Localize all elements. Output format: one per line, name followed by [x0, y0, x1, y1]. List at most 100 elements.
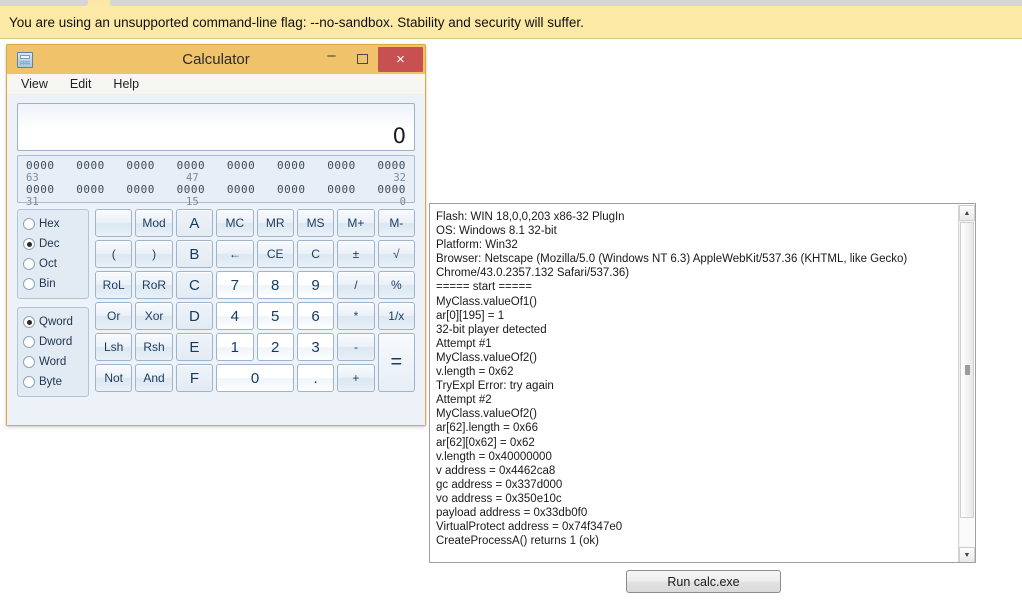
- exploit-log-panel[interactable]: Flash: WIN 18,0,0,203 x86-32 PlugIn OS: …: [429, 203, 976, 563]
- key-c[interactable]: C: [175, 271, 214, 299]
- key-c[interactable]: C: [296, 240, 335, 268]
- bit-display-panel[interactable]: 0000 0000 0000 0000 0000 0000 0000 0000 63 47 3…: [17, 155, 415, 208]
- key-4[interactable]: 4: [216, 302, 254, 330]
- key-sym[interactable]: ←: [216, 240, 254, 268]
- key-m+[interactable]: M+: [337, 209, 375, 237]
- bit-row-low[interactable]: 0000 0000 0000 0000 0000 0000 0000 0000: [23, 183, 409, 196]
- key-rsh[interactable]: Rsh: [135, 333, 173, 361]
- key-ce[interactable]: CE: [256, 240, 294, 268]
- bit-group[interactable]: 0000: [277, 183, 306, 196]
- key-xor[interactable]: Xor: [135, 302, 173, 330]
- calculator-lower-section: Hex Dec Oct Bin Qword Dword Word Byte Mod A MC MR…: [17, 209, 415, 397]
- bit-group[interactable]: 0000: [26, 183, 55, 196]
- key-f[interactable]: F: [175, 364, 214, 392]
- radio-word-word[interactable]: Word: [23, 352, 83, 372]
- radio-word-dword[interactable]: Dword: [23, 332, 83, 352]
- calculator-titlebar[interactable]: Calculator – ×: [7, 45, 425, 74]
- bit-group[interactable]: 0000: [377, 183, 406, 196]
- key-8[interactable]: 8: [256, 271, 294, 299]
- bit-group[interactable]: 0000: [177, 183, 206, 196]
- key-sym[interactable]: ): [135, 240, 173, 268]
- key-.[interactable]: .: [296, 364, 335, 392]
- scrollbar-track[interactable]: [960, 222, 974, 546]
- key-/[interactable]: /: [337, 271, 375, 299]
- key-and[interactable]: And: [135, 364, 173, 392]
- bit-group[interactable]: 0000: [76, 159, 105, 172]
- key-rol[interactable]: RoL: [95, 271, 133, 299]
- key-+[interactable]: +: [337, 364, 375, 392]
- radio-label: Oct: [39, 258, 57, 270]
- bit-row-high[interactable]: 0000 0000 0000 0000 0000 0000 0000 0000: [23, 159, 409, 172]
- log-scrollbar[interactable]: ▲ ▼: [958, 205, 975, 562]
- key-3[interactable]: 3: [296, 333, 335, 361]
- radio-base-bin[interactable]: Bin: [23, 274, 83, 294]
- run-calc-button[interactable]: Run calc.exe: [626, 570, 781, 593]
- key-mr[interactable]: MR: [256, 209, 294, 237]
- mode-column: Hex Dec Oct Bin Qword Dword Word Byte: [17, 209, 89, 397]
- radio-base-oct[interactable]: Oct: [23, 254, 83, 274]
- bit-group[interactable]: 0000: [126, 183, 155, 196]
- number-base-group[interactable]: Hex Dec Oct Bin: [17, 209, 89, 299]
- key-sym[interactable]: √: [377, 240, 415, 268]
- key-ror[interactable]: RoR: [135, 271, 173, 299]
- calculator-keypad[interactable]: Mod A MC MR MS M+ M-() B ← CE C ± √ RoL RoR C 7 8 9/% Or Xor…: [95, 209, 415, 397]
- key-%[interactable]: %: [377, 271, 415, 299]
- key-lsh[interactable]: Lsh: [95, 333, 133, 361]
- radio-label: Qword: [39, 316, 73, 328]
- maximize-button[interactable]: [347, 47, 378, 71]
- close-button[interactable]: ×: [378, 46, 423, 72]
- bit-group[interactable]: 0000: [26, 159, 55, 172]
- key-7[interactable]: 7: [216, 271, 254, 299]
- key-b[interactable]: B: [175, 240, 214, 268]
- radio-base-dec[interactable]: Dec: [23, 234, 83, 254]
- calculator-display: 0: [17, 103, 415, 151]
- key-ms[interactable]: MS: [296, 209, 335, 237]
- bit-group[interactable]: 0000: [227, 159, 256, 172]
- key-a[interactable]: A: [175, 209, 214, 237]
- bit-labels-high: 63 47 32: [23, 172, 409, 184]
- bit-group[interactable]: 0000: [76, 183, 105, 196]
- key-1[interactable]: 1: [216, 333, 254, 361]
- scroll-down-arrow-icon[interactable]: ▼: [959, 547, 975, 562]
- menu-item-view[interactable]: View: [21, 77, 48, 91]
- key-2[interactable]: 2: [256, 333, 294, 361]
- radio-base-hex[interactable]: Hex: [23, 214, 83, 234]
- scrollbar-thumb[interactable]: [960, 222, 974, 518]
- key-mod[interactable]: Mod: [135, 209, 173, 237]
- bit-group[interactable]: 0000: [227, 183, 256, 196]
- bit-group[interactable]: 0000: [327, 159, 356, 172]
- key-*[interactable]: *: [337, 302, 375, 330]
- word-size-group[interactable]: Qword Dword Word Byte: [17, 307, 89, 397]
- radio-label: Dec: [39, 238, 60, 250]
- scroll-up-arrow-icon[interactable]: ▲: [959, 205, 975, 221]
- key-not[interactable]: Not: [95, 364, 133, 392]
- bit-group[interactable]: 0000: [177, 159, 206, 172]
- key-9[interactable]: 9: [296, 271, 335, 299]
- key--[interactable]: -: [337, 333, 375, 361]
- infobar-message: You are using an unsupported command-lin…: [9, 14, 584, 30]
- bit-group[interactable]: 0000: [327, 183, 356, 196]
- key-m-[interactable]: M-: [377, 209, 415, 237]
- key-sym[interactable]: ±: [337, 240, 375, 268]
- radio-icon: [23, 218, 35, 230]
- menu-item-help[interactable]: Help: [113, 77, 139, 91]
- radio-word-qword[interactable]: Qword: [23, 312, 83, 332]
- calculator-window[interactable]: Calculator – × View Edit Help 0 0000 0000…: [6, 44, 426, 426]
- radio-icon: [23, 376, 35, 388]
- bit-group[interactable]: 0000: [126, 159, 155, 172]
- key-or[interactable]: Or: [95, 302, 133, 330]
- key-6[interactable]: 6: [296, 302, 335, 330]
- key-e[interactable]: E: [175, 333, 214, 361]
- key-=[interactable]: =: [377, 333, 415, 392]
- key-5[interactable]: 5: [256, 302, 294, 330]
- bit-group[interactable]: 0000: [277, 159, 306, 172]
- bit-group[interactable]: 0000: [377, 159, 406, 172]
- radio-word-byte[interactable]: Byte: [23, 372, 83, 392]
- key-sym[interactable]: (: [95, 240, 133, 268]
- menu-item-edit[interactable]: Edit: [70, 77, 92, 91]
- key-0[interactable]: 0: [216, 364, 294, 392]
- key-mc[interactable]: MC: [216, 209, 254, 237]
- minimize-button[interactable]: –: [316, 44, 347, 74]
- key-d[interactable]: D: [175, 302, 214, 330]
- key-1/x[interactable]: 1/x: [377, 302, 415, 330]
